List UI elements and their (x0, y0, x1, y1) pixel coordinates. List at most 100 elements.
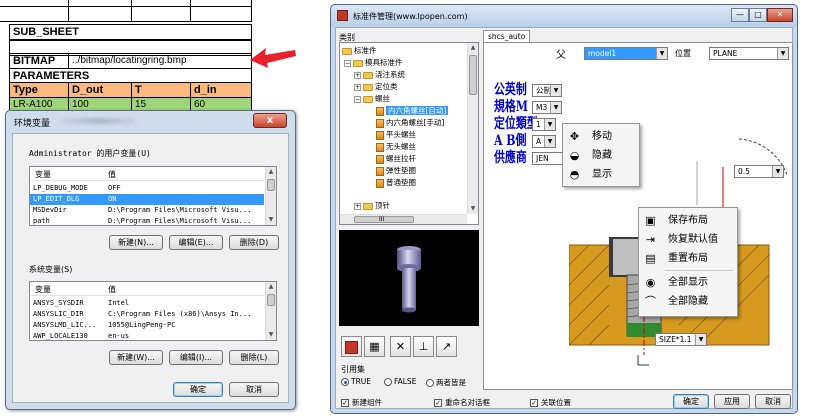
param-select[interactable]: M3 ▼ (532, 101, 562, 114)
radio-selected-icon (341, 378, 349, 386)
logo-button[interactable] (341, 336, 362, 357)
dimension-select[interactable]: 0.5 ▼ (734, 165, 784, 178)
expand-icon[interactable]: + (354, 202, 361, 210)
system-new-button[interactable]: 新建(W)... (109, 350, 163, 365)
ok-button[interactable]: 确定 (173, 382, 223, 397)
menu-item-move[interactable]: ✥ 移动 (563, 128, 639, 145)
radio-true[interactable]: TRUE (341, 377, 371, 386)
menu-item-show[interactable]: ◓ 显示 (563, 166, 639, 183)
user-vars-list[interactable]: 变量 值 LP_DEBUG_MODE OFF LP_EDIT_DLG ON MSDe… (29, 166, 277, 226)
cancel-button[interactable]: 取消 (229, 382, 279, 397)
tree-node[interactable]: 螺丝拉杆 (376, 153, 416, 165)
tree-node[interactable]: 无头螺丝 (376, 141, 416, 153)
apply-button[interactable]: 应用 (714, 394, 750, 409)
vertical-scrollbar[interactable]: ▲ ▼ (265, 167, 276, 225)
tree-node[interactable]: + 顶针 (354, 200, 390, 212)
chevron-down-icon[interactable]: ▼ (656, 48, 667, 59)
list-item[interactable]: path D:\Program Files\Microsoft Visu... (30, 216, 264, 225)
user-edit-button[interactable]: 编辑(E)... (169, 235, 223, 250)
position-select[interactable]: PLANE ▼ (709, 47, 789, 60)
collapse-icon[interactable]: − (344, 59, 351, 67)
tree-node[interactable]: 弹性垫圈 (376, 165, 416, 177)
tree-node[interactable]: − 模具标准件 (344, 57, 403, 69)
tree-node[interactable]: + 定位类 (354, 81, 398, 93)
system-vars-list[interactable]: 变量 值 ANSYS_SYSDIR Intel ANSYSLIC_DIR C:\Pr… (29, 281, 277, 341)
size-select[interactable]: SIZE*1.1 ▼ (655, 333, 707, 346)
tree-node[interactable]: + 浇注系统 (354, 69, 405, 81)
list-item[interactable]: ANSYS_SYSDIR Intel (30, 298, 264, 309)
tab-shcs-auto[interactable]: shcs_auto (483, 30, 531, 42)
user-delete-button[interactable]: 删除(D) (229, 235, 279, 250)
associate-position-checkbox[interactable]: ✓ 关联位置 (530, 397, 571, 408)
part-icon (376, 118, 384, 128)
chevron-down-icon[interactable]: ▼ (544, 136, 555, 147)
ok-button[interactable]: 确定 (673, 394, 709, 409)
param-select[interactable]: 公制 ▼ (532, 84, 562, 97)
param-select[interactable]: A ▼ (532, 135, 556, 148)
menu-item-restore-default[interactable]: ⇥ 恢复默认值 (639, 231, 737, 248)
list-item[interactable]: MSDevDir D:\Program Files\Microsoft Visu.… (30, 205, 264, 216)
tree-node[interactable]: 内六角螺丝[手动] (376, 117, 444, 129)
tool-button[interactable]: ↗ (436, 336, 457, 357)
tree-node[interactable]: − 螺丝 (354, 93, 390, 105)
menu-item-hide[interactable]: ◒ 隐藏 (563, 147, 639, 164)
tree-node-selected[interactable]: 内六角螺丝[自动] (376, 105, 449, 117)
col-header-value[interactable]: 值 (108, 169, 116, 180)
chevron-down-icon[interactable]: ▼ (695, 334, 706, 345)
system-delete-button[interactable]: 删除(L) (229, 350, 279, 365)
tool-button[interactable]: ⊥ (413, 336, 434, 357)
horizontal-scrollbar[interactable]: III (340, 214, 467, 224)
menu-item-hide-all[interactable]: ⌒ 全部隐藏 (639, 293, 737, 310)
chevron-down-icon[interactable]: ▼ (777, 48, 788, 59)
tree-node[interactable]: 标准件 (342, 45, 377, 57)
menu-item-show-all[interactable]: ◉ 全部显示 (639, 274, 737, 291)
window-titlebar[interactable]: 标准件管理(www.lpopen.com) — □ ✕ (331, 5, 797, 27)
new-component-checkbox[interactable]: ✓ 新建组件 (341, 397, 382, 408)
dialog-title: 环境变量 (14, 119, 51, 129)
list-item[interactable]: ANSYSLIC_DIR C:\Program Files (x86)\Ansys… (30, 309, 264, 320)
chevron-down-icon[interactable]: ▼ (772, 166, 783, 177)
list-item[interactable]: LP_EDIT_DLG ON (30, 194, 264, 205)
minimize-button[interactable]: — (731, 8, 749, 22)
close-button[interactable]: ✕ (767, 8, 793, 22)
col-header-value[interactable]: 值 (108, 284, 116, 295)
chevron-down-icon[interactable]: ▼ (544, 119, 555, 130)
vertical-scrollbar[interactable]: ▲ ▼ (265, 282, 276, 340)
list-item[interactable]: LP_DEBUG_MODE OFF (30, 183, 264, 194)
scroll-down-icon[interactable]: ▼ (468, 204, 478, 214)
parent-symbol: 父 (556, 50, 566, 61)
model-select[interactable]: model1 ▼ (584, 47, 668, 60)
chevron-down-icon[interactable]: ▼ (550, 85, 561, 96)
menu-item-reset-layout[interactable]: ▤ 重置布局 (639, 250, 737, 267)
chevron-down-icon[interactable]: ▼ (550, 102, 561, 113)
list-item[interactable]: AWP_LOCALE130 en-us (30, 331, 264, 340)
radio-false[interactable]: FALSE (384, 377, 416, 386)
radio-both[interactable]: 两者皆是 (426, 377, 466, 388)
dialog-titlebar[interactable]: 环境变量 x (6, 111, 295, 133)
menu-item-save-layout[interactable]: ▣ 保存布局 (639, 212, 737, 229)
tree-node[interactable]: 平头螺丝 (376, 129, 416, 141)
scroll-down-icon[interactable]: ▼ (266, 215, 276, 225)
expand-icon[interactable]: + (354, 83, 361, 91)
tree-node[interactable]: 普通垫圈 (376, 177, 416, 189)
col-header-variable[interactable]: 变量 (35, 284, 51, 295)
scroll-down-icon[interactable]: ▼ (266, 330, 276, 340)
close-button[interactable]: x (253, 113, 287, 128)
collapse-icon[interactable]: − (354, 95, 361, 103)
col-header-variable[interactable]: 变量 (35, 169, 51, 180)
expand-icon[interactable]: + (354, 71, 361, 79)
category-tree[interactable]: 标准件 − 模具标准件 + 浇注系统 + 定位类 − 螺丝 内六角螺丝[自动] 内六角螺… (339, 42, 479, 225)
list-item[interactable]: ANSYSLMD_LIC... 1055@LingPeng-PC (30, 320, 264, 331)
param-select[interactable]: 1 ▼ (532, 118, 556, 131)
vertical-scrollbar[interactable]: ▲ ▼ (467, 43, 478, 214)
table-view-button[interactable]: ▦ (364, 336, 385, 357)
system-edit-button[interactable]: 编辑(I)... (169, 350, 223, 365)
scroll-up-icon[interactable]: ▲ (468, 43, 478, 53)
tool-button[interactable]: ✕ (390, 336, 411, 357)
user-new-button[interactable]: 新建(N)... (109, 235, 163, 250)
scroll-up-icon[interactable]: ▲ (266, 167, 276, 177)
rename-dialog-checkbox[interactable]: ✓ 重命名对话框 (434, 397, 490, 408)
cancel-button[interactable]: 取消 (755, 394, 791, 409)
scroll-up-icon[interactable]: ▲ (266, 282, 276, 292)
maximize-button[interactable]: □ (749, 8, 767, 22)
